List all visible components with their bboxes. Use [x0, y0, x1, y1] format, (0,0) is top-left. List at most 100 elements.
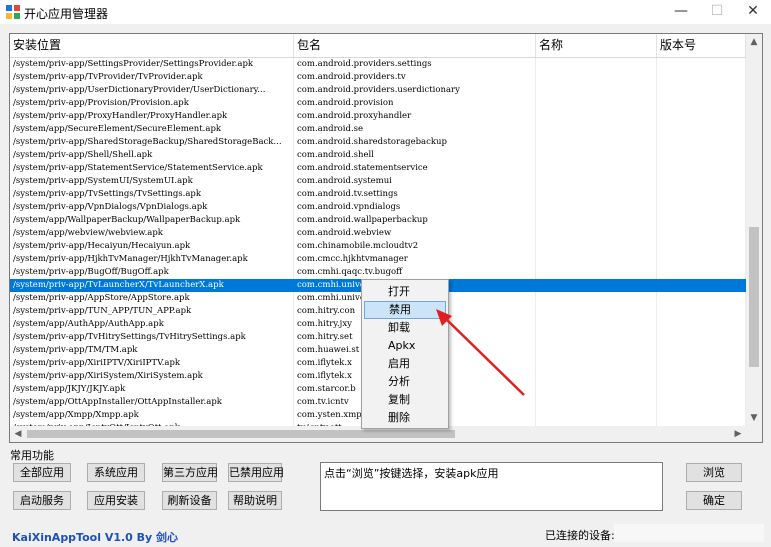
- menu-item-enable[interactable]: 启用: [364, 355, 446, 373]
- install-hint-box[interactable]: 点击“浏览”按键选择，安装apk应用: [320, 462, 663, 511]
- table-row[interactable]: /system/priv-app/StatementService/Statem…: [10, 162, 746, 175]
- table-row[interactable]: /system/app/SecureElement/SecureElement.…: [10, 123, 746, 136]
- menu-item-open[interactable]: 打开: [364, 283, 446, 301]
- cell-version: [657, 240, 746, 253]
- vertical-scroll-thumb[interactable]: [749, 227, 759, 367]
- system-apps-button[interactable]: 系统应用: [87, 463, 145, 482]
- cell-install-location: /system/priv-app/ProxyHandler/ProxyHandl…: [10, 110, 294, 123]
- scroll-down-arrow-icon[interactable]: ▼: [746, 410, 762, 426]
- browse-button[interactable]: 浏览: [686, 463, 742, 482]
- table-row[interactable]: /system/priv-app/VpnDialogs/VpnDialogs.a…: [10, 201, 746, 214]
- connected-device-value: [614, 524, 764, 542]
- scroll-left-arrow-icon[interactable]: ◀: [10, 426, 26, 442]
- cell-version: [657, 292, 746, 305]
- table-row[interactable]: /system/priv-app/TvSettings/TvSettings.a…: [10, 188, 746, 201]
- third-party-apps-button[interactable]: 第三方应用: [162, 463, 218, 482]
- table-row[interactable]: /system/priv-app/UserDictionaryProvider/…: [10, 84, 746, 97]
- table-row[interactable]: /system/priv-app/Provision/Provision.apk…: [10, 97, 746, 110]
- column-header-package[interactable]: 包名: [294, 34, 536, 57]
- refresh-device-button[interactable]: 刷新设备: [162, 491, 217, 510]
- horizontal-scroll-thumb[interactable]: [27, 430, 455, 438]
- menu-item-uninstall[interactable]: 卸载: [364, 319, 446, 337]
- cell-version: [657, 58, 746, 71]
- cell-version: [657, 279, 746, 292]
- cell-app-name: [536, 305, 657, 318]
- minimize-button[interactable]: —: [663, 0, 699, 24]
- all-apps-button[interactable]: 全部应用: [13, 463, 71, 482]
- cell-version: [657, 331, 746, 344]
- cell-install-location: /system/priv-app/XiriSystem/XiriSystem.a…: [10, 370, 294, 383]
- cell-app-name: [536, 383, 657, 396]
- cell-package-name: com.cmhi.qaqc.tv.bugoff: [294, 266, 536, 279]
- cell-install-location: /system/priv-app/Hecaiyun/Hecaiyun.apk: [10, 240, 294, 253]
- cell-version: [657, 201, 746, 214]
- cell-install-location: /system/app/webview/webview.apk: [10, 227, 294, 240]
- cell-install-location: /system/priv-app/Shell/Shell.apk: [10, 149, 294, 162]
- cell-version: [657, 305, 746, 318]
- table-row[interactable]: /system/app/WallpaperBackup/WallpaperBac…: [10, 214, 746, 227]
- help-button[interactable]: 帮助说明: [228, 491, 282, 510]
- menu-item-apkx[interactable]: Apkx: [364, 337, 446, 355]
- cell-version: [657, 214, 746, 227]
- window-title: 开心应用管理器: [24, 7, 109, 21]
- table-row[interactable]: /system/priv-app/SharedStorageBackup/Sha…: [10, 136, 746, 149]
- cell-app-name: [536, 71, 657, 84]
- cell-version: [657, 227, 746, 240]
- menu-item-disable[interactable]: 禁用: [364, 301, 446, 319]
- cell-install-location: /system/priv-app/StatementService/Statem…: [10, 162, 294, 175]
- cell-install-location: /system/priv-app/SystemUI/SystemUI.apk: [10, 175, 294, 188]
- cell-package-name: com.android.providers.settings: [294, 58, 536, 71]
- table-row[interactable]: /system/priv-app/SettingsProvider/Settin…: [10, 58, 746, 71]
- cell-package-name: com.android.statementservice: [294, 162, 536, 175]
- column-header-name[interactable]: 名称: [536, 34, 657, 57]
- cell-install-location: /system/app/SecureElement/SecureElement.…: [10, 123, 294, 136]
- cell-package-name: com.chinamobile.mcloudtv2: [294, 240, 536, 253]
- cell-app-name: [536, 318, 657, 331]
- cell-install-location: /system/priv-app/VpnDialogs/VpnDialogs.a…: [10, 201, 294, 214]
- cell-package-name: com.android.sharedstoragebackup: [294, 136, 536, 149]
- cell-app-name: [536, 123, 657, 136]
- column-header-version[interactable]: 版本号: [657, 34, 746, 57]
- install-app-button[interactable]: 应用安装: [87, 491, 145, 510]
- cell-version: [657, 110, 746, 123]
- cell-install-location: /system/priv-app/TM/TM.apk: [10, 344, 294, 357]
- table-row[interactable]: /system/priv-app/BugOff/BugOff.apk com.cm…: [10, 266, 746, 279]
- table-row[interactable]: /system/priv-app/Hecaiyun/Hecaiyun.apk co…: [10, 240, 746, 253]
- cell-app-name: [536, 162, 657, 175]
- menu-item-copy[interactable]: 复制: [364, 391, 446, 409]
- close-button[interactable]: ✕: [735, 0, 771, 24]
- cell-package-name: com.android.systemui: [294, 175, 536, 188]
- cell-package-name: com.android.tv.settings: [294, 188, 536, 201]
- scroll-corner: ▼: [746, 413, 762, 442]
- vertical-scrollbar[interactable]: ▲: [746, 34, 762, 426]
- cell-app-name: [536, 188, 657, 201]
- cell-version: [657, 409, 746, 422]
- cell-install-location: /system/priv-app/TvLauncherX/TvLauncherX…: [10, 279, 294, 292]
- table-row[interactable]: /system/app/webview/webview.apk com.andro…: [10, 227, 746, 240]
- cell-app-name: [536, 84, 657, 97]
- column-header-location[interactable]: 安装位置: [10, 34, 294, 57]
- cell-version: [657, 84, 746, 97]
- menu-item-delete[interactable]: 删除: [364, 409, 446, 427]
- cell-install-location: /system/priv-app/BugOff/BugOff.apk: [10, 266, 294, 279]
- table-row[interactable]: /system/priv-app/SystemUI/SystemUI.apk co…: [10, 175, 746, 188]
- cell-version: [657, 344, 746, 357]
- table-row[interactable]: /system/priv-app/Shell/Shell.apk com.andr…: [10, 149, 746, 162]
- cell-app-name: [536, 214, 657, 227]
- menu-item-analyze[interactable]: 分析: [364, 373, 446, 391]
- table-row[interactable]: /system/priv-app/ProxyHandler/ProxyHandl…: [10, 110, 746, 123]
- cell-app-name: [536, 279, 657, 292]
- start-service-button[interactable]: 启动服务: [13, 491, 71, 510]
- table-row[interactable]: /system/priv-app/HjkhTvManager/HjkhTvMan…: [10, 253, 746, 266]
- cell-package-name: com.android.providers.userdictionary: [294, 84, 536, 97]
- scroll-right-arrow-icon[interactable]: ▶: [730, 426, 746, 442]
- disabled-apps-button[interactable]: 已禁用应用: [228, 463, 284, 482]
- scroll-up-arrow-icon[interactable]: ▲: [746, 34, 762, 50]
- maximize-button[interactable]: ☐: [699, 0, 735, 24]
- table-row[interactable]: /system/priv-app/TvProvider/TvProvider.a…: [10, 71, 746, 84]
- cell-package-name: com.android.webview: [294, 227, 536, 240]
- cell-app-name: [536, 266, 657, 279]
- cell-install-location: /system/priv-app/SettingsProvider/Settin…: [10, 58, 294, 71]
- cell-version: [657, 162, 746, 175]
- confirm-button[interactable]: 确定: [686, 491, 742, 510]
